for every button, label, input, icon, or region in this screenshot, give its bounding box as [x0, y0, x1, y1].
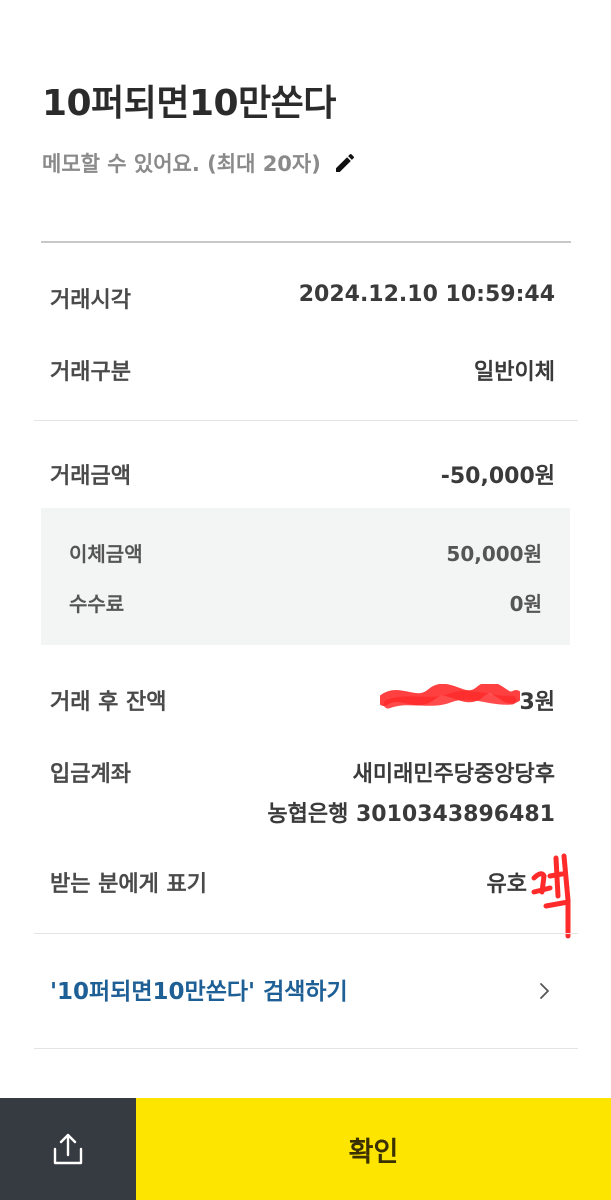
confirm-button[interactable]: 확인	[136, 1098, 611, 1200]
share-button[interactable]	[0, 1098, 136, 1200]
amount-label: 거래금액	[50, 464, 131, 489]
deposit-account-number: 농협은행 3010343896481	[267, 802, 555, 827]
time-label: 거래시각	[50, 288, 131, 313]
redaction-scribble	[380, 684, 520, 709]
fee-value: 0원	[509, 592, 542, 616]
type-label: 거래구분	[50, 360, 131, 385]
share-icon	[53, 1133, 83, 1165]
transfer-amount-label: 이체금액	[69, 542, 143, 566]
deposit-account-name: 새미래민주당중앙당후	[352, 762, 555, 787]
transfer-amount-value: 50,000원	[446, 542, 542, 566]
amount-value: -50,000원	[440, 464, 555, 489]
pencil-icon[interactable]	[333, 151, 357, 175]
time-value: 2024.12.10 10:59:44	[298, 282, 555, 307]
section-divider	[34, 420, 578, 421]
type-value: 일반이체	[474, 360, 555, 385]
header-divider	[41, 241, 571, 243]
fee-label: 수수료	[69, 592, 125, 616]
handwritten-mark	[531, 853, 571, 939]
balance-value: 3원	[519, 690, 555, 715]
memo-row[interactable]: 메모할 수 있어요. (최대 20자)	[42, 146, 357, 180]
amount-breakdown-box: 이체금액 50,000원 수수료 0원	[41, 508, 570, 645]
balance-label: 거래 후 잔액	[50, 690, 167, 715]
bottom-action-bar: 확인	[0, 1098, 611, 1200]
memo-placeholder[interactable]: 메모할 수 있어요. (최대 20자)	[42, 148, 321, 178]
deposit-account-label: 입금계좌	[50, 762, 131, 787]
chevron-right-icon[interactable]	[538, 982, 552, 1000]
transaction-title: 10퍼되면10만쏜다	[42, 83, 336, 124]
search-memo-link[interactable]: '10퍼되면10만쏜다' 검색하기	[50, 972, 348, 1006]
recipient-display-value: 유호	[486, 872, 527, 897]
section-divider	[34, 933, 578, 934]
section-divider	[34, 1048, 578, 1049]
recipient-display-label: 받는 분에게 표기	[50, 872, 207, 897]
